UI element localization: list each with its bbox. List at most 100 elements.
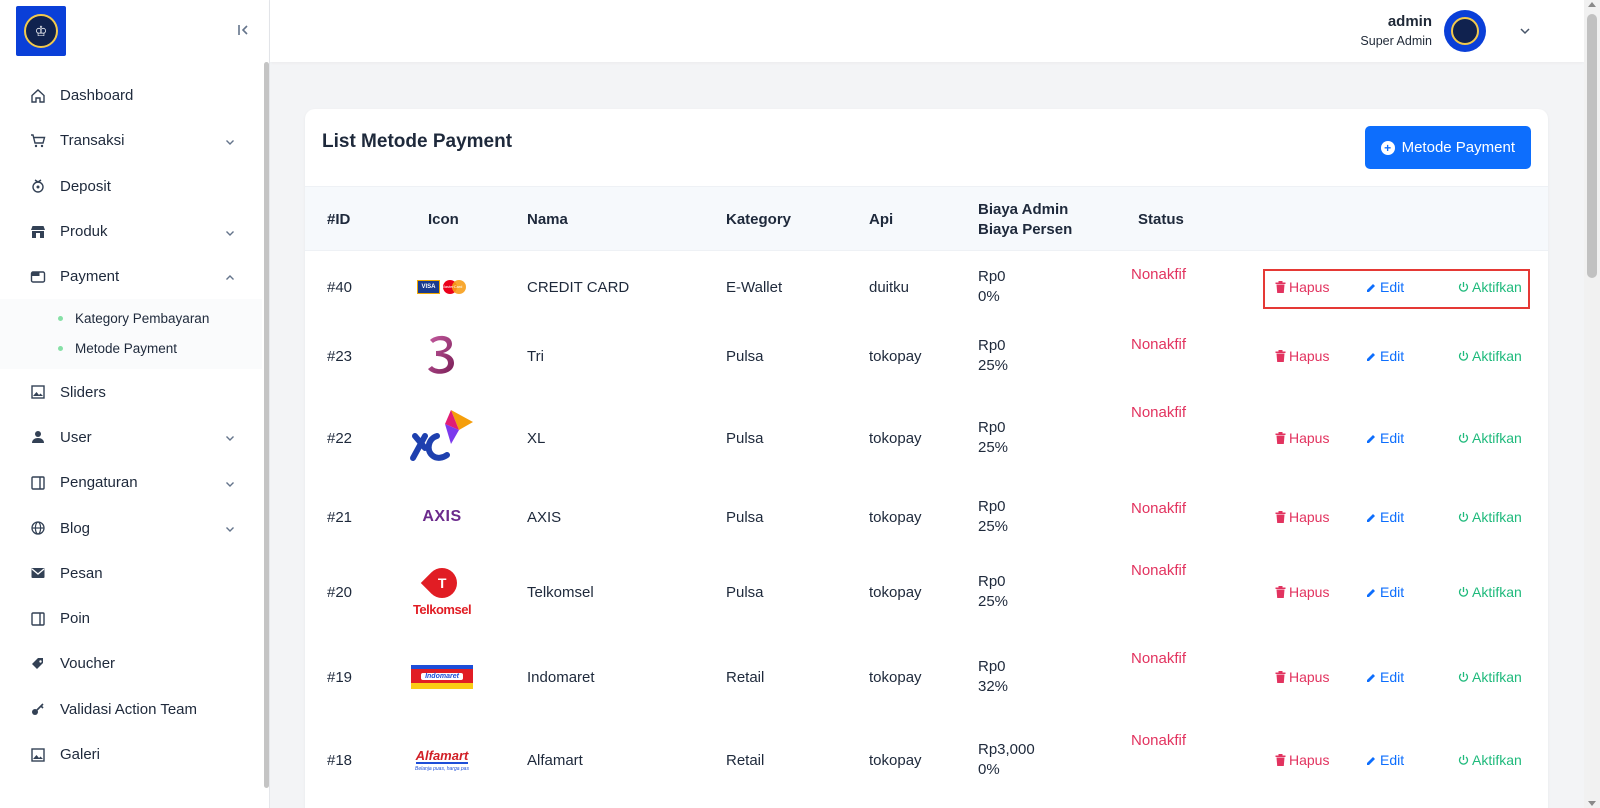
panel-icon (30, 611, 46, 627)
delete-button[interactable]: Hapus (1275, 548, 1329, 636)
chevron-up-icon[interactable] (224, 271, 236, 283)
avatar-emblem-icon (1451, 17, 1479, 45)
activate-button[interactable]: Aktifkan (1458, 486, 1522, 548)
pencil-icon (1367, 673, 1375, 682)
trash-icon (1275, 754, 1286, 766)
edit-button[interactable]: Edit (1366, 322, 1404, 390)
edit-button[interactable]: Edit (1366, 548, 1404, 636)
sidebar-item-label: Transaksi (60, 132, 125, 150)
trash-icon (1275, 350, 1286, 362)
activate-button[interactable]: Aktifkan (1458, 718, 1522, 802)
payment-submenu: Kategory Pembayaran Metode Payment (0, 299, 262, 370)
th-kategory: Kategory (726, 211, 792, 228)
delete-button[interactable]: Hapus (1275, 486, 1329, 548)
delete-button[interactable]: Hapus (1275, 390, 1329, 486)
scroll-up-icon[interactable] (1588, 2, 1596, 7)
delete-button[interactable]: Hapus (1275, 636, 1329, 718)
sidebar-item-galeri[interactable]: Galeri (0, 732, 262, 777)
indomaret-logo-text: Indomaret (421, 672, 463, 680)
chevron-down-icon[interactable] (224, 226, 236, 238)
sidebar-item-pesan[interactable]: Pesan (0, 551, 262, 596)
delete-button[interactable]: Hapus (1275, 322, 1329, 390)
sidebar-item-dashboard[interactable]: Dashboard (0, 73, 262, 118)
sidebar-item-payment[interactable]: Payment (0, 254, 262, 299)
th-biaya-admin: Biaya Admin (978, 200, 1069, 218)
cell-biaya: Rp0 0% (978, 252, 1006, 322)
sidebar-item-poin[interactable]: Poin (0, 596, 262, 641)
sidebar-item-transaksi[interactable]: Transaksi (0, 118, 262, 163)
cell-api: tokopay (869, 347, 922, 365)
sidebar-item-pengaturan[interactable]: Pengaturan (0, 460, 262, 505)
edit-label: Edit (1380, 584, 1405, 600)
cart-icon (30, 133, 46, 149)
sidebar-item-deposit[interactable]: Deposit (0, 164, 262, 209)
edit-button[interactable]: Edit (1366, 390, 1404, 486)
submenu-item-kategory-pembayaran[interactable]: Kategory Pembayaran (0, 303, 262, 333)
sidebar-scrollbar[interactable] (264, 62, 269, 788)
activate-label: Aktifkan (1472, 348, 1522, 364)
visa-logo-text: VISA (417, 280, 440, 294)
chevron-down-icon[interactable] (224, 135, 236, 147)
alfamart-tagline: Belanja puas, harga pas (415, 765, 469, 772)
sidebar-item-blog[interactable]: Blog (0, 505, 262, 550)
avatar[interactable] (1444, 10, 1486, 52)
edit-label: Edit (1380, 752, 1405, 768)
alfamart-logo: Alfamart Belanja puas, harga pas (415, 749, 469, 772)
pencil-icon (1367, 352, 1375, 361)
cell-nama: AXIS (527, 508, 562, 526)
sidebar-item-produk[interactable]: Produk (0, 209, 262, 254)
cell-biaya-admin: Rp0 (978, 419, 1006, 436)
edit-label: Edit (1380, 430, 1405, 446)
telkomsel-logo-text: Telkomsel (412, 601, 472, 617)
sidebar-item-label: Blog (60, 519, 91, 537)
add-payment-method-button[interactable]: + Metode Payment (1364, 126, 1531, 169)
sidebar-item-validasi-action-team[interactable]: Validasi Action Team (0, 687, 262, 732)
sidebar-collapse-icon[interactable] (234, 20, 254, 40)
cell-api: tokopay (869, 429, 922, 447)
scrollbar-thumb[interactable] (1587, 14, 1597, 278)
scroll-down-icon[interactable] (1588, 801, 1596, 806)
cell-api: tokopay (869, 583, 922, 601)
power-icon (1458, 433, 1469, 443)
edit-button[interactable]: Edit (1366, 718, 1404, 802)
pencil-icon (1367, 513, 1375, 522)
cell-icon: VISA MasterCard (402, 252, 482, 322)
activate-button[interactable]: Aktifkan (1458, 548, 1522, 636)
cell-id: #40 (327, 278, 353, 296)
th-status: Status (1138, 211, 1184, 228)
bullet-dot-icon (58, 345, 63, 351)
submenu-item-metode-payment[interactable]: Metode Payment (0, 333, 262, 363)
activate-label: Aktifkan (1472, 509, 1522, 525)
edit-button[interactable]: Edit (1366, 486, 1404, 548)
trash-icon (1275, 586, 1286, 598)
pencil-icon (1367, 434, 1375, 443)
tri-logo (428, 335, 454, 374)
app-logo[interactable]: ♔ (16, 6, 66, 56)
cell-id: #20 (327, 583, 353, 601)
activate-button[interactable]: Aktifkan (1458, 636, 1522, 718)
activate-button[interactable]: Aktifkan (1458, 322, 1522, 390)
submenu-item-label: Metode Payment (75, 340, 178, 356)
chevron-down-icon[interactable] (224, 477, 236, 489)
activate-label: Aktifkan (1472, 430, 1522, 446)
chevron-down-icon[interactable] (224, 431, 236, 443)
sidebar-item-label: Pengaturan (60, 474, 138, 492)
chevron-down-icon[interactable] (1518, 24, 1532, 38)
sidebar-item-user[interactable]: User (0, 415, 262, 460)
chevron-down-icon[interactable] (224, 522, 236, 534)
sidebar-item-voucher[interactable]: Voucher (0, 641, 262, 686)
edit-button[interactable]: Edit (1366, 636, 1404, 718)
cell-id: #23 (327, 347, 353, 365)
cell-biaya: Rp0 32% (978, 636, 1008, 718)
activate-button[interactable]: Aktifkan (1458, 390, 1522, 486)
cell-icon: T Telkomsel (402, 548, 482, 636)
page-scrollbar[interactable] (1584, 0, 1600, 808)
logo-emblem-icon: ♔ (24, 14, 58, 48)
activate-label: Aktifkan (1472, 669, 1522, 685)
indomaret-logo: Indomaret (411, 665, 473, 689)
delete-button[interactable]: Hapus (1275, 718, 1329, 802)
table-row: #40 VISA MasterCard CREDIT CARD E-Wallet duit… (305, 252, 1548, 322)
cell-api: tokopay (869, 751, 922, 769)
sidebar-item-sliders[interactable]: Sliders (0, 369, 262, 414)
cell-id: #18 (327, 751, 353, 769)
